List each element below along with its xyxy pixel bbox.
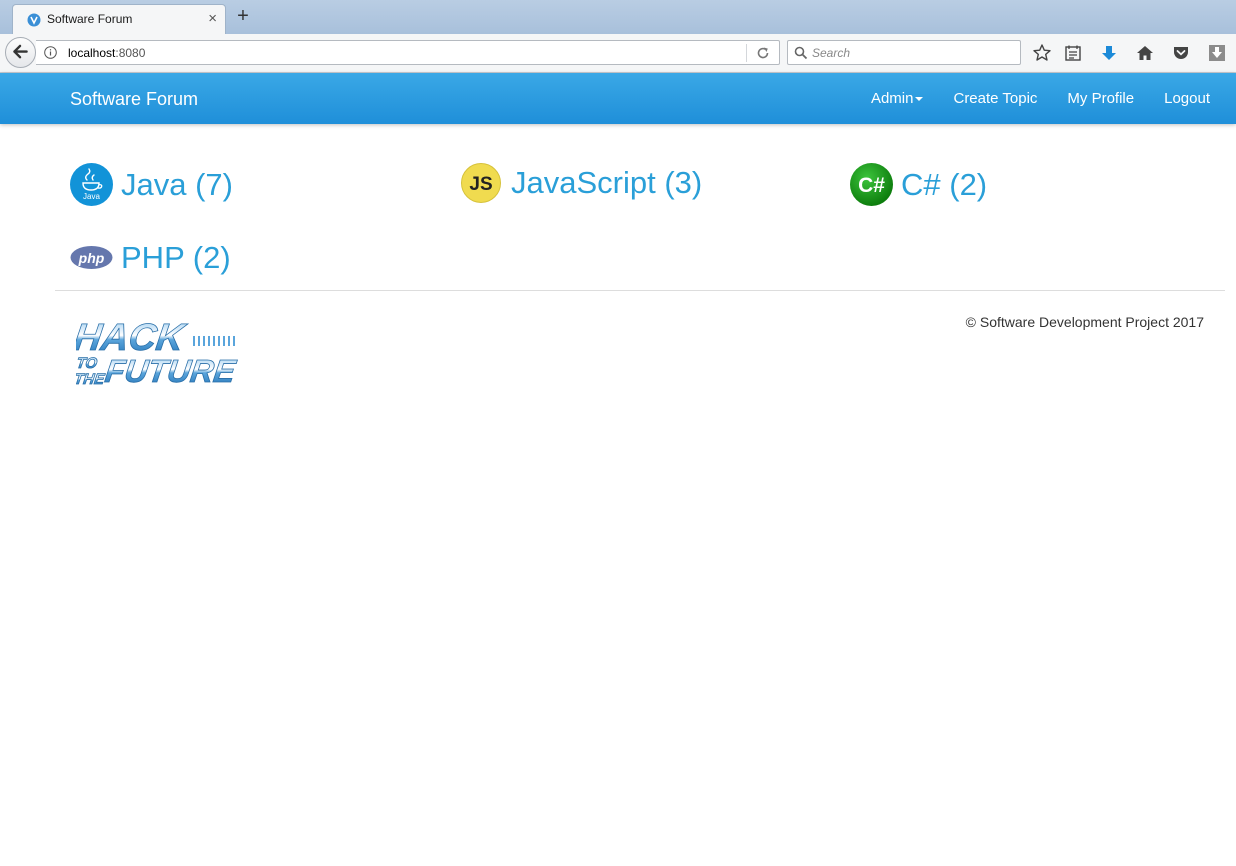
php-icon: php (70, 246, 113, 269)
home-icon[interactable] (1135, 43, 1155, 63)
browser-search-bar[interactable] (787, 40, 1021, 65)
downloads-arrow-icon[interactable] (1099, 43, 1119, 63)
url-separator (746, 44, 747, 62)
create-topic-link[interactable]: Create Topic (953, 90, 1037, 107)
svg-text:Java: Java (83, 192, 100, 201)
csharp-icon: C# (850, 163, 893, 206)
category-label: JavaScript (3) (511, 165, 703, 200)
svg-text:php: php (78, 250, 105, 266)
site-navbar: Software Forum Admin Create Topic My Pro… (0, 73, 1236, 124)
caret-down-icon (915, 97, 924, 102)
browser-toolbar: localhost:8080 (0, 34, 1236, 73)
category-label: PHP (2) (121, 239, 231, 275)
copyright-text: © Software Development Project 2017 (965, 314, 1204, 330)
category-label: Java (7) (121, 166, 233, 202)
new-tab-button[interactable]: + (234, 5, 252, 27)
url-host: localhost (68, 46, 116, 60)
info-icon[interactable] (44, 46, 57, 59)
browser-search-input[interactable] (812, 43, 1012, 62)
tab-close-icon[interactable]: × (208, 9, 217, 29)
svg-text:JS: JS (469, 174, 492, 195)
browser-tab[interactable]: Software Forum × (12, 4, 226, 34)
back-button[interactable] (5, 37, 36, 68)
admin-dropdown[interactable]: Admin (871, 90, 924, 107)
my-profile-link[interactable]: My Profile (1067, 90, 1134, 107)
url-text[interactable]: localhost:8080 (68, 46, 145, 60)
site-favicon-icon (27, 13, 41, 27)
bookmark-star-icon[interactable] (1032, 43, 1052, 63)
nav-links: Admin Create Topic My Profile Logout (871, 90, 1210, 107)
admin-label: Admin (870, 90, 914, 107)
logout-link[interactable]: Logout (1164, 90, 1210, 107)
reading-list-icon[interactable] (1063, 43, 1083, 63)
site-brand-link[interactable]: Software Forum (70, 89, 198, 110)
svg-text:FUTURE: FUTURE (103, 353, 239, 389)
search-icon (794, 46, 808, 60)
javascript-icon: JS (461, 163, 501, 203)
category-php[interactable]: php PHP (2) (70, 236, 231, 279)
pocket-icon[interactable] (1171, 43, 1191, 63)
url-bar[interactable]: localhost:8080 (36, 40, 780, 65)
hack-to-the-future-logo: HACK TO THE FUTURE (76, 316, 240, 390)
footer-divider (55, 290, 1225, 291)
url-port: :8080 (115, 46, 146, 60)
svg-text:C#: C# (858, 174, 885, 197)
tab-title: Software Forum (47, 12, 133, 26)
category-label: C# (2) (901, 166, 988, 202)
svg-text:THE: THE (76, 371, 106, 388)
reload-icon[interactable] (755, 45, 771, 61)
back-arrow-icon (13, 44, 28, 59)
download-manager-icon[interactable] (1207, 43, 1227, 63)
category-java[interactable]: Java Java (7) (70, 163, 233, 206)
category-javascript[interactable]: JS JavaScript (3) (461, 163, 702, 203)
category-csharp[interactable]: C# C# (2) (850, 163, 987, 206)
java-icon: Java (70, 163, 113, 206)
svg-text:TO: TO (76, 355, 98, 372)
browser-tabstrip: Software Forum × + (0, 0, 1236, 34)
